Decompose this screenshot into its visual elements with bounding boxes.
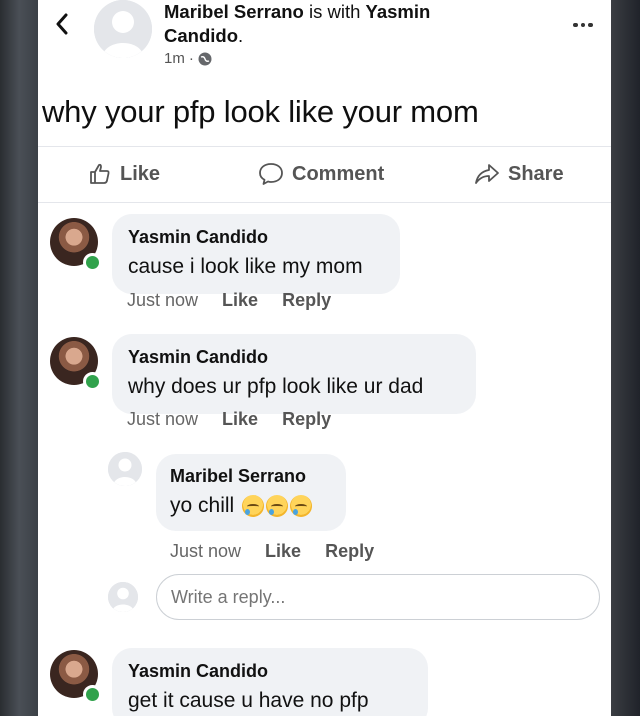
reply-actions: Just now Like Reply (170, 541, 374, 562)
reply-text: yo chill (170, 494, 235, 517)
comment-time[interactable]: Just now (127, 290, 198, 311)
reply-time[interactable]: Just now (170, 541, 241, 562)
online-status-dot (83, 685, 102, 704)
share-icon (475, 164, 499, 184)
reply-reply-button[interactable]: Reply (325, 541, 374, 562)
sad-emoji-icon (290, 495, 313, 518)
post-time[interactable]: 1m (164, 50, 185, 67)
reply-author[interactable]: Maribel Serrano (170, 465, 330, 487)
chevron-left-icon (56, 13, 68, 35)
write-reply-input[interactable] (156, 574, 600, 620)
comment-author[interactable]: Yasmin Candido (128, 346, 458, 368)
post-text: why your pfp look like your mom (42, 94, 479, 129)
comment-actions: Just now Like Reply (127, 290, 331, 311)
globe-icon (198, 52, 212, 65)
period: . (238, 25, 244, 46)
comment-text: why does ur pfp look like ur dad (128, 375, 424, 398)
comment-text: get it cause u have no pfp (128, 689, 369, 712)
more-options-button[interactable] (568, 15, 598, 35)
online-status-dot (83, 253, 102, 272)
comment-bubble: Yasmin Candido why does ur pfp look like… (112, 334, 476, 414)
meta-separator: · (188, 50, 194, 67)
divider (38, 202, 611, 203)
author-avatar[interactable] (94, 0, 152, 58)
reply-author-avatar[interactable] (108, 452, 142, 486)
author-name[interactable]: Maribel Serrano (164, 1, 304, 22)
sad-emoji-icon (242, 495, 265, 518)
comment-reply-button[interactable]: Reply (282, 290, 331, 311)
share-button[interactable]: Share (474, 162, 564, 186)
comment-actions: Just now Like Reply (127, 409, 331, 430)
comment-time[interactable]: Just now (127, 409, 198, 430)
comment-author[interactable]: Yasmin Candido (128, 660, 410, 682)
post-meta: 1m · (164, 50, 212, 67)
comment-text: cause i look like my mom (128, 255, 363, 278)
like-label: Like (120, 162, 161, 185)
like-button[interactable]: Like (88, 162, 160, 186)
reply-text-line: yo chill (170, 491, 330, 521)
default-profile-icon (94, 0, 152, 58)
comment-like-button[interactable]: Like (222, 290, 258, 311)
comment-bubble: Yasmin Candido get it cause u have no pf… (112, 648, 428, 716)
dot-icon (580, 22, 586, 28)
online-status-dot (83, 372, 102, 391)
comment-label: Comment (292, 162, 385, 185)
reply-like-button[interactable]: Like (265, 541, 301, 562)
share-label: Share (508, 162, 564, 185)
comment-icon (259, 163, 283, 185)
with-text: is with (303, 1, 366, 22)
post-header: Maribel Serrano is with Yasmin Candido. (164, 0, 494, 48)
comment-reply-button[interactable]: Reply (282, 409, 331, 430)
dot-icon (573, 22, 578, 28)
thumbs-up-icon (90, 163, 110, 184)
sad-emoji-icon (266, 495, 289, 518)
comment-like-button[interactable]: Like (222, 409, 258, 430)
comment-author[interactable]: Yasmin Candido (128, 226, 382, 248)
comment-button[interactable]: Comment (258, 162, 384, 186)
default-profile-icon (108, 452, 142, 486)
current-user-avatar (108, 582, 138, 612)
reply-bubble: Maribel Serrano yo chill (156, 454, 346, 531)
back-button[interactable] (50, 12, 74, 36)
comment-bubble: Yasmin Candido cause i look like my mom (112, 214, 400, 294)
divider (38, 146, 611, 147)
dot-icon (588, 22, 593, 28)
default-profile-icon (108, 582, 138, 612)
post-card: Maribel Serrano is with Yasmin Candido. … (38, 0, 611, 716)
